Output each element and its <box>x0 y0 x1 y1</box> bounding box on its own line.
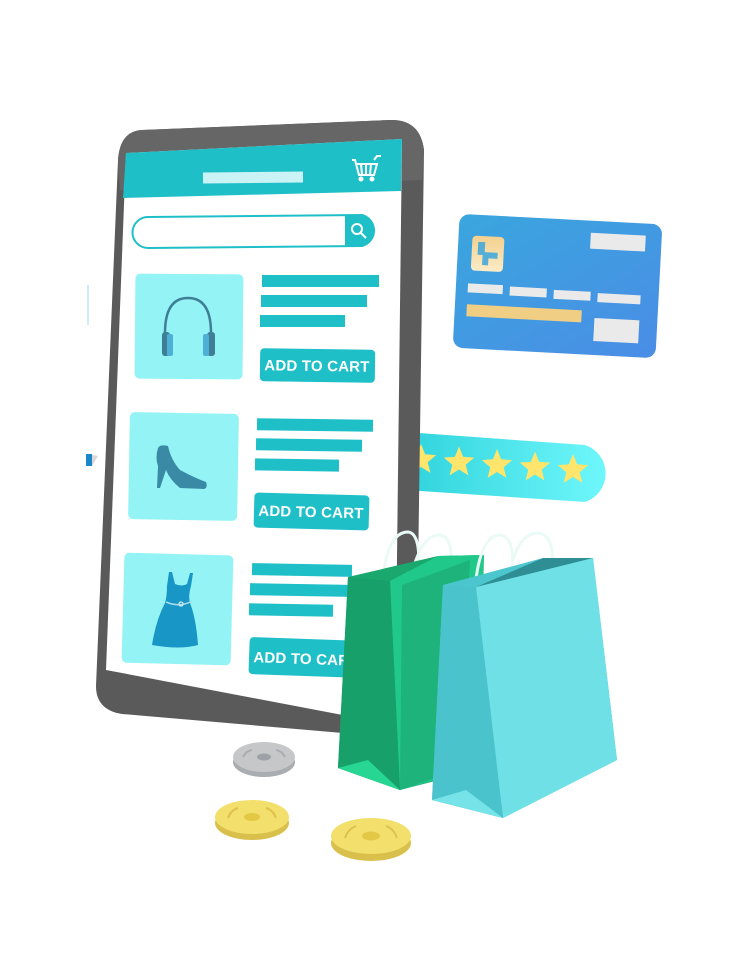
credit-card <box>453 214 662 358</box>
add-to-cart-label: ADD TO CART <box>264 357 369 375</box>
header-title-placeholder <box>202 171 304 184</box>
search-input[interactable] <box>131 213 375 250</box>
card-chip-icon <box>470 235 505 272</box>
product-thumbnail[interactable] <box>128 412 239 521</box>
silver-coin <box>233 742 295 777</box>
offscreen-fragment <box>86 285 98 466</box>
gold-coin <box>215 800 289 840</box>
shopping-illustration: ADD TO CART ADD TO CART ADD TO CART <box>86 119 662 861</box>
rating-bar <box>405 432 606 502</box>
add-to-cart-button[interactable]: ADD TO CART <box>259 348 376 383</box>
gold-coin <box>331 818 411 861</box>
add-to-cart-label: ADD TO CART <box>258 503 364 523</box>
product-thumbnail[interactable] <box>134 273 244 380</box>
add-to-cart-button[interactable]: ADD TO CART <box>253 492 370 531</box>
